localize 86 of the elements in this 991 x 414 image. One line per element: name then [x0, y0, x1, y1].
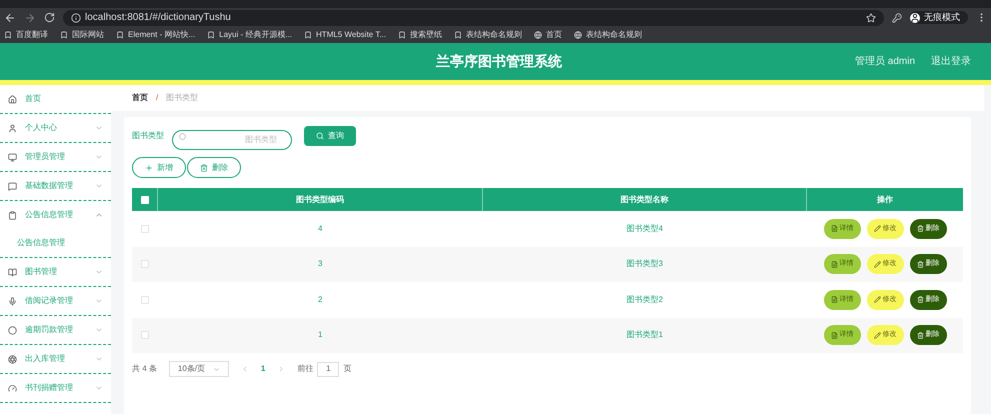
breadcrumb-separator: / [156, 92, 158, 104]
bookmark[interactable]: 表结构命名规则 [454, 29, 522, 41]
bookmark[interactable]: 百度翻译 [4, 29, 48, 41]
pencil-icon [874, 332, 880, 339]
trash-icon [916, 260, 924, 268]
bookmark[interactable]: HTML5 Website T... [304, 29, 386, 41]
page-suffix: 页 [343, 363, 352, 375]
forward-icon[interactable] [24, 12, 36, 24]
bookmark-icon [60, 31, 68, 39]
pencil-icon [874, 296, 880, 304]
back-icon[interactable] [4, 12, 16, 24]
info-icon [71, 12, 81, 22]
document-icon [830, 332, 838, 339]
bookmark[interactable]: 表结构命名规则 [574, 29, 642, 41]
page-size-select[interactable]: 10条/页 [168, 361, 229, 377]
pencil-icon [874, 260, 880, 268]
search-field[interactable]: 图书类型 [172, 130, 292, 150]
pencil-icon [874, 225, 880, 232]
table-cell: 图书类型4 [626, 222, 663, 235]
person-icon [910, 12, 920, 22]
bookmark-icon [4, 31, 12, 39]
row-checkbox[interactable] [141, 296, 149, 304]
globe-icon [534, 31, 542, 39]
document-icon [830, 296, 838, 304]
user-label: 管理员 admin [854, 55, 915, 69]
trash-icon [200, 164, 208, 172]
profile-chip[interactable]: 无痕模式 [910, 10, 968, 24]
page-number[interactable]: 1 [260, 363, 266, 375]
table-cell: 图书类型2 [626, 294, 663, 306]
circle-icon [179, 133, 186, 140]
breadcrumb-item[interactable]: 首页 [132, 92, 148, 104]
table-cell: 图书类型3 [626, 258, 663, 270]
bookmark-icon [304, 31, 312, 39]
logout-link[interactable]: 退出登录 [931, 54, 971, 69]
bookmark[interactable]: Element - 网站快... [116, 29, 196, 41]
document-icon [830, 225, 838, 232]
table-cell: 1 [318, 329, 322, 342]
table-cell: 4 [318, 222, 322, 235]
chevron-down-icon [212, 366, 220, 372]
trash-icon [916, 296, 924, 304]
sidebar-item[interactable]: 借阅记录管理 [0, 287, 111, 315]
bookmark[interactable]: 搜索壁纸 [398, 29, 442, 41]
bookmark-icon [207, 31, 216, 39]
delete-button[interactable]: 删除 [187, 157, 241, 178]
sidebar-subitem[interactable]: 公告信息管理 [0, 229, 111, 257]
search-button[interactable]: 查询 [304, 126, 356, 146]
app-title: 兰亭序图书管理系统 [436, 52, 562, 71]
globe-icon [574, 31, 582, 39]
row-checkbox[interactable] [141, 224, 149, 233]
sidebar-item[interactable]: 个人中心 [0, 114, 111, 142]
search-label: 图书类型 [132, 130, 164, 142]
sidebar-item[interactable]: 管理员管理 [0, 143, 111, 171]
bookmark-icon [398, 31, 406, 39]
sidebar-item[interactable]: 书刊捐赠管理 [0, 374, 111, 402]
sidebar-item[interactable]: 公告信息管理 [0, 201, 111, 229]
breadcrumb-item: 图书类型 [166, 92, 198, 104]
goto-label: 前往 [297, 363, 314, 375]
table-cell: 图书类型1 [626, 329, 663, 342]
document-icon [830, 260, 838, 268]
trash-icon [916, 332, 924, 339]
row-checkbox[interactable] [141, 260, 149, 268]
key-icon[interactable] [892, 12, 902, 22]
sidebar-item[interactable]: 图书管理 [0, 258, 111, 286]
plus-icon [145, 164, 153, 172]
trash-icon [916, 225, 924, 232]
bookmark[interactable]: Layui - 经典开源模... [207, 29, 292, 41]
star-icon[interactable] [866, 12, 876, 22]
address-bar[interactable]: localhost:8081/#/dictionaryTushu [63, 10, 884, 26]
sidebar-item[interactable]: 基础数据管理 [0, 172, 111, 200]
goto-field[interactable]: 1 [317, 362, 340, 376]
sidebar-item[interactable]: 出入库管理 [0, 345, 111, 373]
bookmark-icon [454, 31, 462, 39]
total-count: 共 4 条 [132, 363, 157, 375]
search-icon [316, 132, 324, 140]
bookmark[interactable]: 首页 [534, 29, 562, 41]
add-button[interactable]: 新增 [132, 157, 186, 178]
row-checkbox[interactable] [141, 331, 149, 340]
bookmark-icon [116, 31, 124, 39]
select-all-checkbox[interactable] [140, 196, 148, 204]
column-header: 操作 [876, 194, 894, 206]
reload-icon[interactable] [44, 12, 55, 23]
sidebar-item[interactable]: 逾期罚款管理 [0, 316, 111, 344]
table-cell: 2 [318, 294, 322, 306]
table-cell: 3 [318, 258, 322, 270]
bookmark[interactable]: 国际网站 [60, 29, 104, 41]
sidebar-item[interactable]: 首页 [0, 85, 111, 113]
